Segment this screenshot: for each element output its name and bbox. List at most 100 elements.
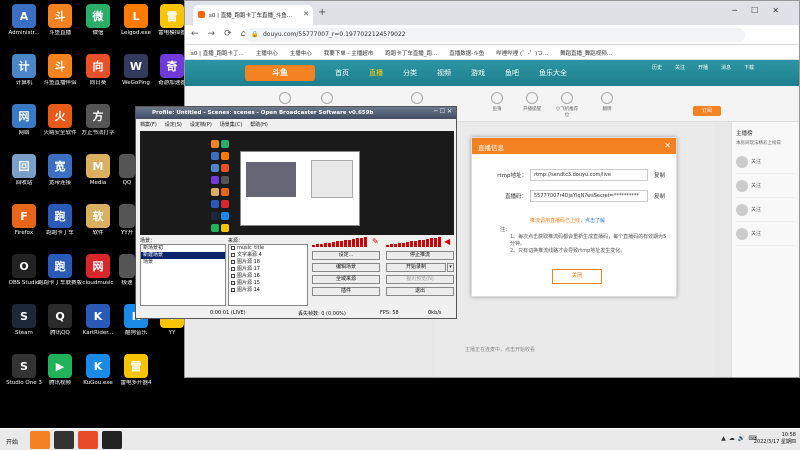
copy-rtmp-button[interactable]: 复制: [654, 171, 665, 179]
site-top-icon[interactable]: 下载: [739, 64, 759, 71]
bookmark-item[interactable]: 哔哩哔哩 (゜-゜)つ...: [496, 51, 548, 57]
close-button[interactable]: 关闭: [552, 269, 602, 284]
room-tool-button[interactable]: 翻牌: [595, 92, 619, 112]
site-nav-item[interactable]: 直播: [369, 69, 383, 77]
source-item[interactable]: music_title: [229, 245, 307, 252]
ranking-row[interactable]: 关注: [736, 222, 795, 246]
taskbar-app[interactable]: [54, 431, 74, 449]
source-checkbox[interactable]: [231, 266, 235, 271]
source-checkbox[interactable]: [231, 259, 235, 264]
obs-menu-item[interactable]: 档案(F): [140, 122, 157, 128]
start-button[interactable]: 开始: [2, 432, 26, 448]
desktop-icon[interactable]: 雷雷电多开器4: [114, 354, 158, 387]
desktop-volume-meter[interactable]: [386, 237, 442, 247]
plugins-button[interactable]: 插件: [312, 287, 380, 296]
site-nav-item[interactable]: 鱼吧: [505, 69, 519, 77]
browser-tab[interactable]: s0 | 直播_跑跑卡丁车直播_斗鱼... ✕: [193, 5, 313, 25]
url-field[interactable]: 🔒 douyu.com/55777007_r=0.19770221245?902…: [245, 28, 745, 42]
global-sources-button[interactable]: 全域来源: [312, 275, 380, 284]
window-controls[interactable]: ─☐✕: [732, 6, 793, 15]
start-record-button[interactable]: 开始录制: [386, 263, 446, 272]
close-tab-icon[interactable]: ✕: [303, 10, 309, 18]
stop-stream-button[interactable]: 停止推流: [386, 251, 454, 260]
close-icon[interactable]: ✕: [664, 141, 671, 150]
settings-button[interactable]: 设定...: [312, 251, 380, 260]
room-tool-button[interactable]: 开播提醒: [520, 92, 544, 112]
source-checkbox[interactable]: [231, 252, 235, 257]
source-checkbox[interactable]: [231, 245, 235, 250]
new-tab-icon[interactable]: +: [318, 7, 326, 18]
learn-more-link[interactable]: 点击了解: [585, 218, 605, 224]
clock[interactable]: 10:58 2022/3/17 星期四: [754, 432, 796, 446]
source-item[interactable]: 图片源 14: [229, 287, 307, 294]
obs-menu-item[interactable]: 场景集(C): [220, 122, 242, 128]
rtmp-field[interactable]: rtmp://sendtc3.douyu.com/live: [530, 169, 648, 181]
stream-preview-button[interactable]: 视讯预览(N): [386, 275, 454, 284]
desktop-icon[interactable]: 方方正书法打字: [76, 104, 120, 137]
site-nav-item[interactable]: 鱼乐大全: [539, 69, 567, 77]
scenes-label: 场景：: [140, 238, 156, 244]
sources-list[interactable]: music_title 文字来源 4 图片源 18 图片源 17 图片源 16 图片源 1…: [228, 244, 308, 306]
douyu-logo[interactable]: 斗鱼: [245, 65, 315, 81]
app-icon: K: [86, 304, 110, 328]
source-item[interactable]: 文字来源 4: [229, 252, 307, 259]
source-checkbox[interactable]: [231, 273, 235, 278]
site-top-icon[interactable]: 开播: [693, 64, 713, 71]
taskbar-app[interactable]: [30, 431, 50, 449]
speaker-icon[interactable]: ◀: [444, 237, 450, 246]
record-dropdown-icon[interactable]: ▾: [447, 263, 454, 272]
site-top-icon[interactable]: 消息: [716, 64, 736, 71]
desktop-icon-partial[interactable]: 极速: [118, 254, 136, 287]
bookmark-item[interactable]: 跑跑卡丁车直播_跑...: [385, 51, 437, 57]
desktop-icon[interactable]: 软软件: [76, 204, 120, 237]
room-tool-button[interactable]: 小飞机推荐位: [555, 92, 579, 118]
site-nav-item[interactable]: 游戏: [471, 69, 485, 77]
desktop-icon[interactable]: 网 cloudmusic: [76, 254, 120, 287]
ranking-row[interactable]: 关注: [736, 198, 795, 222]
mic-volume-meter[interactable]: [312, 237, 368, 247]
bookmark-item[interactable]: 舞蹈直播_舞蹈视频...: [560, 51, 612, 57]
site-top-icon[interactable]: 历史: [647, 64, 667, 71]
site-top-icon[interactable]: 关注: [670, 64, 690, 71]
obs-menu-item[interactable]: 帮助(H): [250, 122, 268, 128]
source-item[interactable]: 图片源 16: [229, 273, 307, 280]
scene-item[interactable]: 场景: [141, 259, 225, 266]
bookmark-item[interactable]: s0 | 直播_跑跑卡丁...: [191, 51, 244, 57]
copy-stream-code-button[interactable]: 复制: [654, 192, 665, 200]
desktop-icon-label: 方正书法打字: [81, 130, 115, 136]
site-nav-item[interactable]: 首页: [335, 69, 349, 77]
ranking-row[interactable]: 关注: [736, 174, 795, 198]
site-nav-item[interactable]: 分类: [403, 69, 417, 77]
source-item[interactable]: 图片源 18: [229, 259, 307, 266]
desktop-icon-partial[interactable]: YY开: [118, 204, 136, 237]
scene-item[interactable]: 新建场景: [141, 252, 225, 259]
source-item[interactable]: 图片源 17: [229, 266, 307, 273]
source-checkbox[interactable]: [231, 280, 235, 285]
bookmark-item[interactable]: 主播中心: [256, 51, 278, 57]
mic-icon[interactable]: ✎: [372, 237, 379, 246]
site-nav-item[interactable]: 视频: [437, 69, 451, 77]
obs-menu-item[interactable]: 设定档(P): [190, 122, 212, 128]
notes-title: 注：: [500, 227, 511, 233]
stream-code-field[interactable]: 55777007r4DjaYlqN?wsSecret=**********: [530, 190, 648, 202]
scenes-list[interactable]: 新场景初 新建场景 场景: [140, 244, 226, 306]
ranking-row[interactable]: 关注: [736, 150, 795, 174]
scene-item[interactable]: 新场景初: [141, 245, 225, 252]
room-tool-button[interactable]: 鱼猜: [485, 92, 509, 112]
exit-button[interactable]: 退出: [386, 287, 454, 296]
address-bar: ←→⟳⌂ 🔒 douyu.com/55777007_r=0.1977022124…: [185, 25, 799, 45]
bookmark-item[interactable]: 我要下单 - 主播超市: [324, 51, 373, 57]
bookmark-item[interactable]: 直播数据-斗鱼: [449, 51, 484, 57]
taskbar-app[interactable]: [102, 431, 122, 449]
desktop-icon-partial[interactable]: QQ: [118, 154, 136, 187]
edit-scene-button[interactable]: 编辑场景: [312, 263, 380, 272]
source-item[interactable]: 图片源 15: [229, 280, 307, 287]
obs-window-controls[interactable]: ─☐✕: [434, 108, 454, 115]
bookmark-item[interactable]: 主播中心: [290, 51, 312, 57]
subscribe-button[interactable]: 订阅: [693, 106, 721, 116]
taskbar-app[interactable]: [78, 431, 98, 449]
app-icon: 斗: [48, 54, 72, 78]
source-checkbox[interactable]: [231, 287, 235, 292]
desktop-icon[interactable]: M Media: [76, 154, 120, 187]
obs-menu-item[interactable]: 设定(S): [165, 122, 182, 128]
